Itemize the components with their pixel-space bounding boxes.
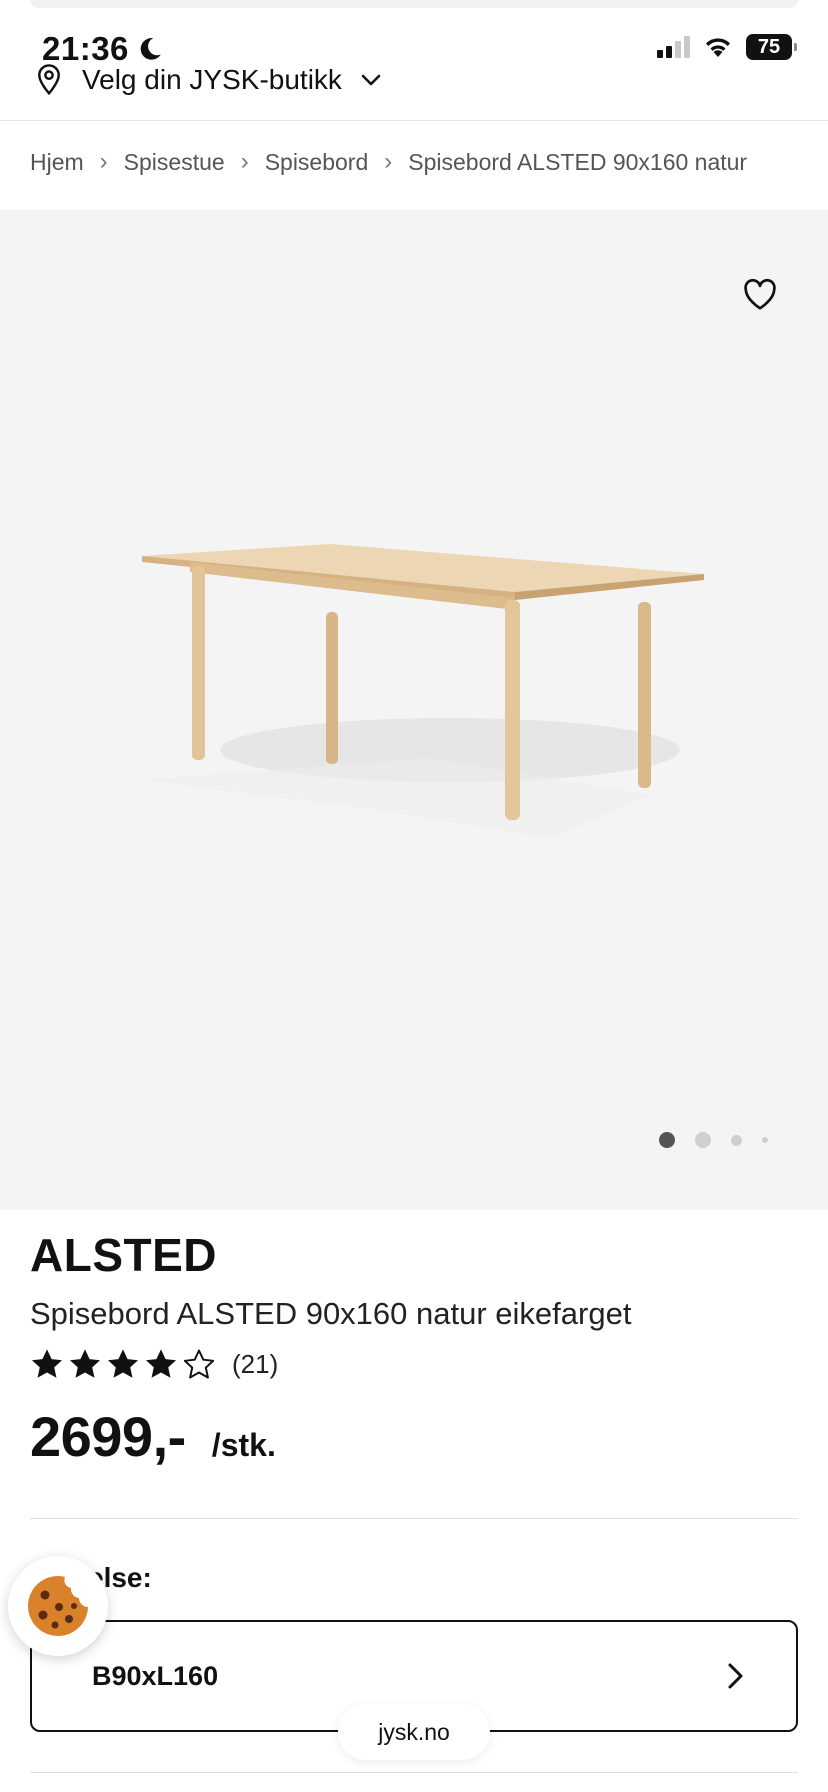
product-gallery[interactable] [0, 210, 828, 1210]
cookie-settings-button[interactable] [8, 1556, 108, 1656]
chevron-right-icon [728, 1663, 743, 1689]
gallery-dot[interactable] [731, 1134, 742, 1146]
gallery-dot[interactable] [695, 1132, 711, 1148]
breadcrumb: Hjem › Spisestue › Spisebord › Spisebord… [30, 148, 747, 176]
star-filled-icon [145, 1349, 177, 1378]
location-pin-icon [38, 64, 60, 96]
browser-url: jysk.no [378, 1718, 450, 1745]
product-image-table [142, 544, 704, 838]
section-divider-bottom [30, 1772, 798, 1773]
chevron-down-icon [361, 74, 381, 86]
star-filled-icon [107, 1349, 139, 1378]
product-name: Spisebord ALSTED 90x160 natur eikefarget [30, 1296, 632, 1331]
star-filled-icon [69, 1349, 101, 1378]
breadcrumb-home[interactable]: Hjem [30, 149, 84, 176]
breadcrumb-separator: › [99, 148, 108, 175]
product-brand: ALSTED [30, 1229, 217, 1281]
product-price: 2699,- [30, 1405, 186, 1468]
store-selector-label: Velg din JYSK-butikk [82, 64, 342, 95]
product-page: 21:36 75 Velg din JYSK-butikk Hjem › Spi… [0, 0, 828, 1792]
product-rating[interactable]: (21) [30, 1348, 278, 1380]
wifi-icon [706, 38, 730, 57]
size-value: B90xL160 [92, 1660, 219, 1691]
signal-icon [657, 36, 690, 58]
breadcrumb-separator: › [384, 148, 393, 175]
browser-url-pill[interactable]: jysk.no [338, 1704, 490, 1760]
breadcrumb-current: Spisebord ALSTED 90x160 natur [408, 148, 748, 175]
section-divider [30, 1518, 798, 1519]
gallery-pagination[interactable] [659, 1132, 768, 1148]
star-empty-icon [183, 1349, 215, 1379]
top-strip [30, 0, 798, 8]
breadcrumb-spisebord[interactable]: Spisebord [265, 149, 369, 176]
status-indicators: 75 [657, 34, 797, 60]
breadcrumb-spisestue[interactable]: Spisestue [124, 149, 225, 176]
battery-level: 75 [757, 35, 781, 58]
gallery-dot[interactable] [762, 1137, 768, 1143]
battery-icon: 75 [746, 34, 797, 60]
store-selector[interactable]: Velg din JYSK-butikk [34, 60, 382, 100]
favorite-button[interactable] [738, 272, 782, 316]
breadcrumb-separator: › [240, 148, 249, 175]
header-divider [0, 120, 828, 121]
gallery-dot-active[interactable] [659, 1132, 675, 1148]
price-row: 2699,- /stk. [30, 1404, 276, 1469]
rating-count: (21) [232, 1348, 279, 1379]
price-unit: /stk. [211, 1427, 276, 1463]
cookie-icon [28, 1576, 88, 1636]
heart-icon [744, 278, 776, 310]
star-filled-icon [31, 1349, 63, 1378]
moon-icon [140, 38, 161, 60]
